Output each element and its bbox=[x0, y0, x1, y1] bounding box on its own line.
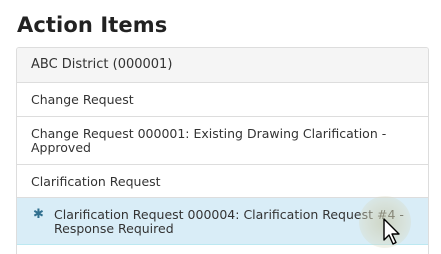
list-item-next-partial bbox=[17, 245, 428, 254]
action-items-page: Action Items ABC District (000001) Chang… bbox=[0, 0, 441, 254]
group-change-request: Change Request bbox=[17, 83, 428, 117]
asterisk-icon: ✱ bbox=[33, 207, 44, 222]
action-item-label[interactable]: Clarification Request 000004: Clarificat… bbox=[54, 208, 416, 236]
page-title: Action Items bbox=[17, 13, 168, 37]
district-header: ABC District (000001) bbox=[17, 48, 428, 83]
group-clarification-request: Clarification Request bbox=[17, 165, 428, 198]
action-items-panel: ABC District (000001) Change Request Cha… bbox=[16, 47, 429, 254]
district-header-label: ABC District (000001) bbox=[31, 57, 173, 72]
group-label: Change Request bbox=[31, 92, 134, 107]
group-label: Clarification Request bbox=[31, 174, 161, 189]
action-item-clarification-request-000004[interactable]: ✱ Clarification Request 000004: Clarific… bbox=[17, 198, 428, 245]
action-item-label[interactable]: Change Request 000001: Existing Drawing … bbox=[31, 127, 416, 155]
action-item-change-request-000001[interactable]: Change Request 000001: Existing Drawing … bbox=[17, 117, 428, 165]
